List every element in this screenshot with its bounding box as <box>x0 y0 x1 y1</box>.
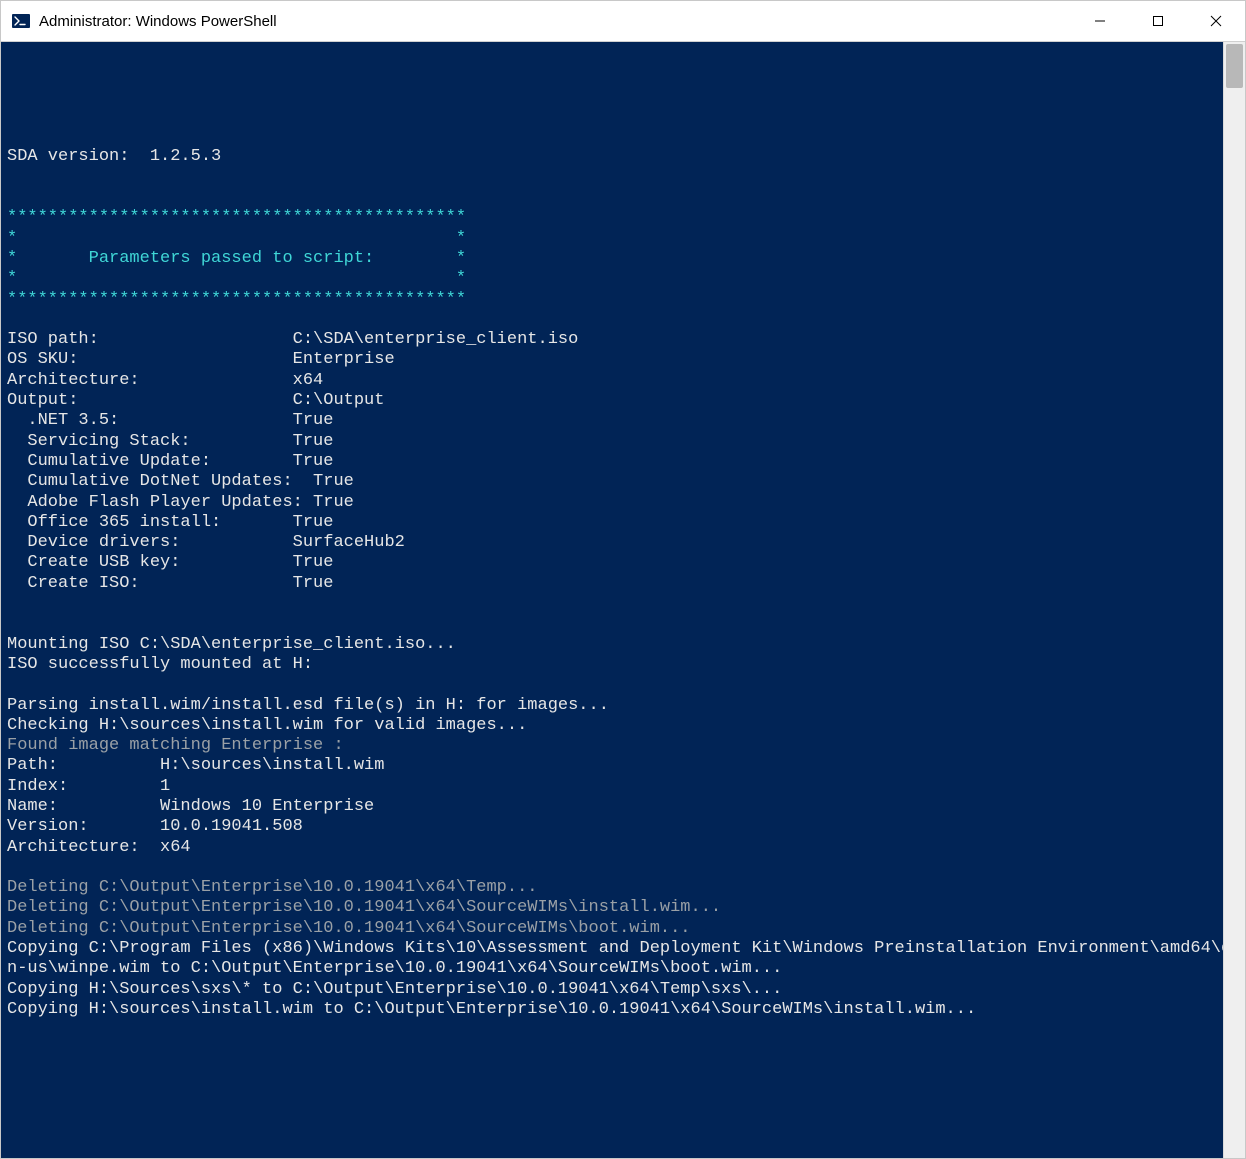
console-line: Adobe Flash Player Updates: True <box>7 493 354 512</box>
console-line: Architecture: x64 <box>7 371 323 390</box>
console-line: Deleting C:\Output\Enterprise\10.0.19041… <box>7 878 538 897</box>
title-bar[interactable]: Administrator: Windows PowerShell <box>1 1 1245 42</box>
console-line: Parsing install.wim/install.esd file(s) … <box>7 696 609 715</box>
console-line: Create USB key: True <box>7 553 333 572</box>
console-line: SDA version: 1.2.5.3 <box>7 147 221 166</box>
console-line: Device drivers: SurfaceHub2 <box>7 533 405 552</box>
console-line: Office 365 install: True <box>7 513 333 532</box>
console-line: OS SKU: Enterprise <box>7 350 395 369</box>
console-line: Output: C:\Output <box>7 391 384 410</box>
console-line: Servicing Stack: True <box>7 432 333 451</box>
maximize-button[interactable] <box>1129 1 1187 41</box>
console-line: * * <box>7 269 466 288</box>
console-line: Mounting ISO C:\SDA\enterprise_client.is… <box>7 635 456 654</box>
console-line: Found image matching Enterprise : <box>7 736 344 755</box>
console-line: Checking H:\sources\install.wim for vali… <box>7 716 527 735</box>
console-line: ISO path: C:\SDA\enterprise_client.iso <box>7 330 578 349</box>
console-line: * Parameters passed to script: * <box>7 249 466 268</box>
console-line: ****************************************… <box>7 208 466 227</box>
console-line: Copying H:\sources\install.wim to C:\Out… <box>7 1000 976 1019</box>
powershell-icon <box>11 11 31 31</box>
console-line: Cumulative DotNet Updates: True <box>7 472 354 491</box>
console-wrap: SDA version: 1.2.5.3 *******************… <box>1 42 1245 1158</box>
console-line: Copying C:\Program Files (x86)\Windows K… <box>7 939 1223 958</box>
console-line: Cumulative Update: True <box>7 452 333 471</box>
console-line: Copying H:\Sources\sxs\* to C:\Output\En… <box>7 980 782 999</box>
console-line: * * <box>7 229 466 248</box>
minimize-button[interactable] <box>1071 1 1129 41</box>
console-line: n-us\winpe.wim to C:\Output\Enterprise\1… <box>7 959 782 978</box>
console-line: Name: Windows 10 Enterprise <box>7 797 374 816</box>
vertical-scrollbar[interactable] <box>1223 42 1245 1158</box>
console-output[interactable]: SDA version: 1.2.5.3 *******************… <box>1 42 1223 1158</box>
console-line: Path: H:\sources\install.wim <box>7 756 384 775</box>
scrollbar-thumb[interactable] <box>1226 44 1243 88</box>
close-button[interactable] <box>1187 1 1245 41</box>
console-line: .NET 3.5: True <box>7 411 333 430</box>
console-line: Deleting C:\Output\Enterprise\10.0.19041… <box>7 919 691 938</box>
console-line: Create ISO: True <box>7 574 333 593</box>
console-line: ****************************************… <box>7 290 466 309</box>
window-title: Administrator: Windows PowerShell <box>39 13 277 30</box>
console-line: Version: 10.0.19041.508 <box>7 817 303 836</box>
console-line: Deleting C:\Output\Enterprise\10.0.19041… <box>7 898 721 917</box>
console-line: ISO successfully mounted at H: <box>7 655 313 674</box>
console-line: Architecture: x64 <box>7 838 191 857</box>
console-line: Index: 1 <box>7 777 170 796</box>
